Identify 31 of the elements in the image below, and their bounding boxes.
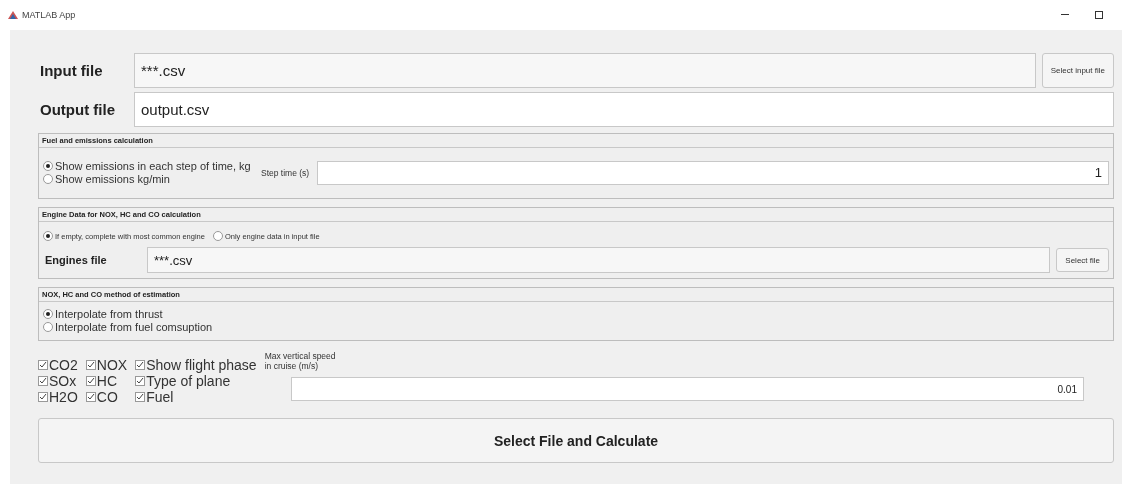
calculate-button[interactable]: Select File and Calculate: [38, 418, 1114, 463]
input-field[interactable]: ***.csv: [134, 53, 1036, 88]
field-label: Step time (s): [261, 167, 310, 178]
checkbox[interactable]: CO2: [38, 357, 78, 372]
checkbox[interactable]: Type of plane: [135, 373, 257, 388]
window-title: MATLAB App: [22, 10, 77, 20]
checkbox[interactable]: CO: [85, 389, 128, 404]
radio-button[interactable]: Show emissions in each step of time, kg: [43, 160, 253, 172]
output-field[interactable]: output.csv: [134, 92, 1114, 127]
radio-button[interactable]: Interpolate from fuel comsuption: [43, 321, 1109, 333]
checkbox[interactable]: SOx: [38, 373, 78, 388]
engines-file-field[interactable]: ***.csv: [147, 247, 1051, 273]
app-logo-icon: [8, 10, 18, 20]
field-label: Engines file: [44, 254, 108, 266]
field-label: in cruise (m/s): [264, 361, 320, 371]
radio-button[interactable]: Show emissions kg/min: [43, 173, 253, 185]
minimize-icon: [1061, 14, 1069, 16]
step-time-field[interactable]: 1: [317, 160, 1109, 185]
checkbox[interactable]: NOX: [85, 357, 128, 372]
field-label: Input file: [39, 62, 104, 79]
checkbox[interactable]: H2O: [38, 389, 78, 404]
select-file-button[interactable]: Select file: [1056, 248, 1109, 272]
radio-button[interactable]: Interpolate from thrust: [43, 308, 1109, 320]
field-label: Output file: [39, 101, 116, 118]
select-input-file-button[interactable]: Select input file: [1041, 53, 1114, 88]
checkbox[interactable]: Fuel: [135, 389, 257, 404]
checkbox[interactable]: HC: [85, 373, 128, 388]
maximize-icon: [1095, 11, 1103, 19]
field-label: Max vertical speed: [264, 351, 337, 361]
checkbox[interactable]: Show flight phase: [135, 357, 257, 372]
max-vertical-speed-field[interactable]: 0.01: [290, 377, 1084, 401]
